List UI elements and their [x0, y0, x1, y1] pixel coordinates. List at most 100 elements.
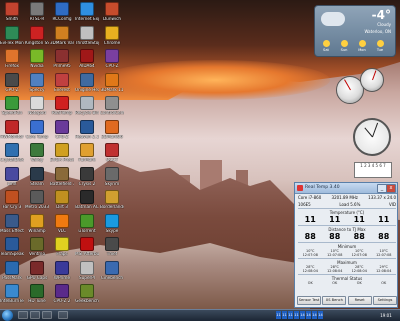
cloud-icon — [321, 12, 345, 26]
desktop-icon[interactable]: uTorrent — [75, 213, 99, 238]
desktop-icon[interactable]: IntelBurnTest — [0, 284, 24, 308]
desktop-icon[interactable]: Chrome — [100, 25, 124, 50]
desktop-icon[interactable]: CPU-Z 2 — [50, 284, 74, 308]
taskbar-media-icon[interactable] — [42, 311, 52, 319]
maximum-header: Maximum — [298, 258, 396, 265]
clock-gadget[interactable] — [353, 118, 391, 156]
desktop-icon[interactable]: RealTemp — [50, 96, 74, 120]
desktop-icon-label: WPrime — [53, 275, 71, 280]
desktop-icon[interactable]: CPU-Z — [50, 119, 74, 144]
xs-bench-button[interactable]: XS Bench — [322, 296, 347, 305]
desktop-icon[interactable]: GPU-Z — [0, 72, 24, 97]
desktop-icon[interactable]: FurMark — [75, 143, 99, 167]
app-icon — [80, 213, 94, 228]
desktop-icon[interactable]: Skype — [100, 213, 124, 238]
taskbar-explorer-icon[interactable] — [30, 311, 40, 319]
desktop-icon[interactable]: LinX — [0, 166, 24, 191]
desktop-icon[interactable]: Battlefield 3 — [50, 166, 74, 191]
desktop-icon[interactable]: Prime95 — [50, 49, 74, 73]
taskbar-app-icon[interactable] — [58, 311, 68, 319]
tray-temp-icon[interactable]: 14 — [312, 311, 317, 319]
close-button[interactable]: x — [386, 184, 396, 193]
weather-gadget[interactable]: -4° Cloudy Waterloo, ON Sat Sun Mon Tue — [314, 5, 396, 57]
tray-temp-icon[interactable]: 11 — [288, 311, 293, 319]
settings-button[interactable]: Settings — [372, 296, 397, 305]
taskbar-clock[interactable]: 19:01 — [374, 311, 398, 320]
desktop-icon[interactable]: AIDA64 — [75, 49, 99, 73]
desktop-icon[interactable]: Valley — [25, 143, 49, 167]
desktop-icon[interactable]: HWMonitor — [0, 119, 24, 144]
desktop-icon[interactable]: PassMark — [0, 260, 24, 285]
desktop-icon[interactable]: Everest — [50, 72, 74, 97]
tray-temp-icon[interactable]: 11 — [294, 311, 299, 319]
desktop-icon[interactable]: Notepad — [25, 96, 49, 120]
desktop-icon[interactable]: Skyrim — [100, 166, 124, 191]
desktop-icon[interactable]: Thief — [100, 237, 124, 261]
desktop-icon[interactable]: SpeedFan — [0, 96, 24, 120]
desktop-icon[interactable]: Smith — [0, 2, 24, 26]
realtemp-titlebar[interactable]: Real Temp 3.40 _ x — [295, 183, 397, 194]
desktop-icon[interactable]: Nvidia — [25, 49, 49, 73]
taskbar-ie-icon[interactable] — [18, 311, 28, 319]
desktop-icon[interactable]: Steam — [25, 166, 49, 191]
desktop-icon[interactable]: RCConfig — [50, 2, 74, 26]
tray-temp-icon[interactable]: 14 — [306, 311, 311, 319]
sensor-test-button[interactable]: Sensor Test — [297, 296, 321, 305]
desktop-icon[interactable]: Geekbench — [75, 284, 99, 308]
start-button[interactable] — [2, 310, 13, 321]
tray-temp-icon[interactable]: 14 — [318, 311, 323, 319]
desktop-icon-label: CPU-Z — [55, 134, 69, 139]
desktop-icon[interactable]: Heaven 2.1 — [75, 119, 99, 144]
desktop-icon[interactable]: CPU-Z — [100, 49, 124, 73]
desktop-icon[interactable]: Ventrilo — [25, 237, 49, 261]
desktop-icon[interactable]: 3DMark 11 — [100, 72, 124, 97]
app-icon — [55, 72, 69, 87]
desktop-icon[interactable]: CrystalDisk — [0, 143, 24, 167]
desktop-icon[interactable]: Batman AC — [75, 190, 99, 214]
desktop-icon[interactable]: TeamSpeak — [0, 237, 24, 261]
desktop-icon[interactable]: Unigine Heaven — [75, 72, 99, 97]
desktop-icon[interactable]: OCCT — [100, 143, 124, 167]
desktop-icon[interactable]: Far Cry 3 — [0, 190, 24, 214]
core-temp: 11 — [353, 215, 365, 224]
desktop-icon[interactable]: Internet Explorer — [75, 2, 99, 26]
desktop-icon[interactable]: Firefox — [0, 49, 24, 73]
tray-temp-icon[interactable]: 11 — [276, 311, 281, 319]
desktop-icon[interactable]: Dunwich — [100, 2, 124, 26]
app-icon — [105, 190, 119, 204]
desktop-icon[interactable]: Borderlands 2 — [100, 190, 124, 214]
desktop-icon[interactable]: ControlCenter — [100, 96, 124, 120]
tray-temp-icon[interactable]: 14 — [300, 311, 305, 319]
desktop-icon[interactable]: EVGA Precision — [50, 143, 74, 167]
desktop-icon[interactable]: Speccy — [25, 72, 49, 97]
desktop-icon[interactable]: 3DMark Vantage — [50, 25, 74, 50]
desktop-icon[interactable]: Kingston SSD Toolbox — [25, 25, 49, 50]
desktop-icon[interactable]: 3DMark06 — [100, 119, 124, 144]
desktop-icon[interactable]: RTSL-R — [25, 2, 49, 26]
desktop-icon-label: Cinebench — [100, 275, 124, 280]
memory-meter-gauge[interactable] — [360, 68, 384, 92]
reset-button[interactable]: Reset — [347, 296, 372, 305]
desktop-icon[interactable]: ThrottleStop — [75, 25, 99, 50]
desktop-icon[interactable]: Winamp — [25, 213, 49, 238]
desktop-icon[interactable]: Metro 2033 — [25, 190, 49, 214]
app-icon — [55, 284, 69, 298]
desktop-icon[interactable]: Mass Effect 3 — [0, 213, 24, 238]
desktop-icon[interactable]: Core Temp — [25, 119, 49, 144]
desktop-icon[interactable]: Recycle Bin — [75, 96, 99, 120]
desktop-icon[interactable]: MSI Afterburner — [75, 237, 99, 261]
thermal-status: OK — [381, 281, 387, 285]
desktop-icon[interactable]: EvFlex Monitor — [0, 25, 24, 50]
desktop-icon[interactable]: Dirt 3 — [50, 190, 74, 214]
desktop-icon[interactable]: Cinebench — [100, 260, 124, 285]
calendar-gadget[interactable]: 1 2 3 4 5 6 7 — [354, 162, 392, 178]
desktop-icon-label: Kingston SSD Toolbox — [25, 40, 49, 45]
desktop-icon[interactable]: GPU Caps — [25, 260, 49, 285]
desktop-icon[interactable]: SuperPI — [75, 260, 99, 285]
desktop-icon[interactable]: VLC — [50, 213, 74, 238]
desktop-icon[interactable]: WPrime — [50, 260, 74, 285]
desktop-icon[interactable]: Crysis 2 — [75, 166, 99, 191]
desktop-icon[interactable]: Fraps — [50, 237, 74, 261]
desktop-icon[interactable]: HD Tune — [25, 284, 49, 308]
tray-temp-icon[interactable]: 11 — [282, 311, 287, 319]
